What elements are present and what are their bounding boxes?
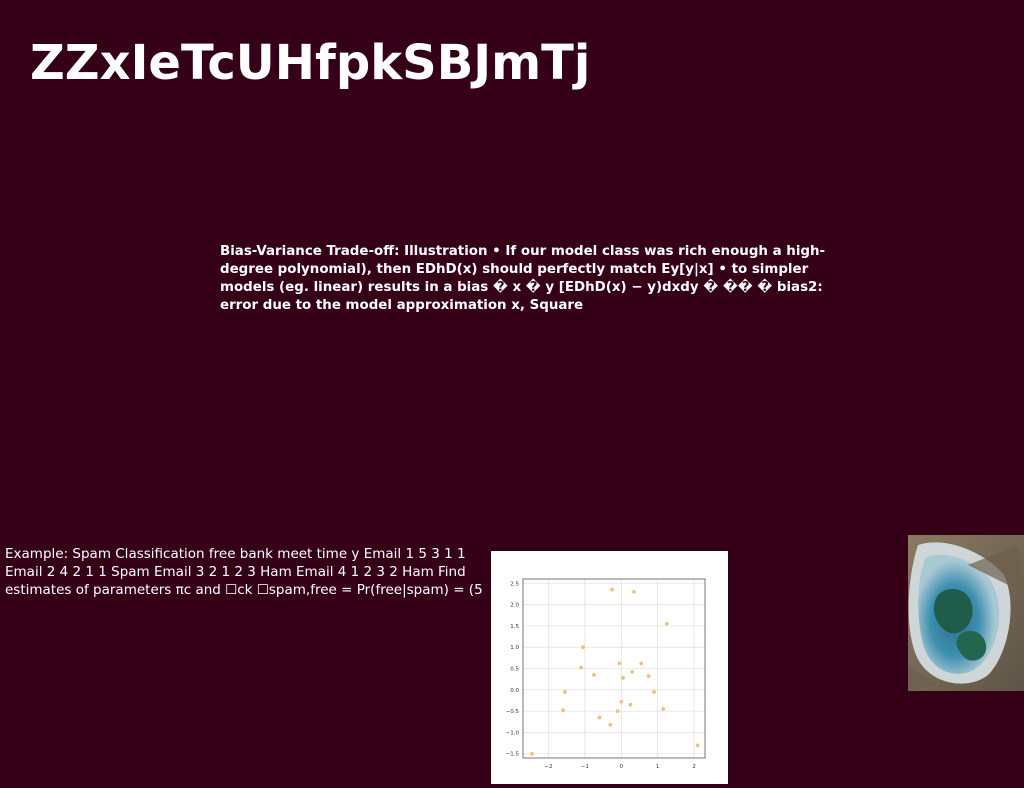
scatter-plot: −2 −1 0 1 2 −1.5 −1.0 −0.5 0.0 0.5 1.0 1.5 2.0 2.5: [506, 578, 706, 770]
scatter-point: [630, 670, 635, 674]
y-tick-label: 2.5: [510, 581, 519, 587]
landscape-image-thumbnail[interactable]: [908, 535, 1024, 691]
y-tick-label: 1.0: [510, 645, 519, 651]
scatter-point: [661, 707, 666, 711]
scatter-point: [619, 699, 624, 704]
scatter-point: [646, 674, 651, 679]
scatter-point: [621, 675, 625, 680]
scatter-point: [579, 665, 584, 670]
scatter-point: [695, 743, 700, 748]
y-tick-label: −1.5: [506, 752, 520, 758]
x-tick-label: 1: [656, 764, 660, 770]
y-tick-label: 1.5: [510, 624, 519, 630]
x-tick-label: 0: [620, 764, 624, 770]
y-tick-label: 0.5: [510, 667, 519, 673]
scatter-point: [632, 589, 636, 594]
scatter-point: [652, 690, 656, 694]
scatter-point: [530, 751, 534, 756]
scatter-point: [597, 715, 602, 720]
scatter-point: [628, 702, 633, 707]
scatter-point: [581, 645, 585, 650]
spam-classification-text: Example: Spam Classification free bank m…: [5, 546, 483, 598]
bias-variance-text: Bias-Variance Trade-off: Illustration • …: [220, 244, 826, 313]
scatter-point: [608, 722, 613, 727]
y-tick-label: 2.0: [510, 603, 519, 609]
x-tick-label: 2: [692, 764, 696, 770]
scatter-point: [592, 672, 596, 677]
scatter-plot-thumbnail[interactable]: −2 −1 0 1 2 −1.5 −1.0 −0.5 0.0 0.5 1.0 1.5 2.0 2.5: [491, 551, 728, 784]
scatter-point: [610, 587, 615, 592]
x-tick-label: −1: [581, 764, 589, 770]
scatter-point: [664, 621, 669, 626]
scatter-point: [615, 709, 620, 714]
scatter-point: [562, 690, 567, 694]
scatter-point: [617, 661, 622, 666]
y-tick-label: 0.0: [510, 688, 519, 694]
scatter-point: [561, 708, 565, 713]
x-tick-label: −2: [544, 764, 552, 770]
y-tick-label: −0.5: [506, 709, 520, 715]
aerial-landscape-image: [908, 535, 1024, 691]
scatter-point: [639, 661, 644, 666]
slide-title: ZZxIeTcUHfpkSBJmTj: [30, 35, 591, 91]
y-tick-label: −1.0: [506, 730, 520, 736]
